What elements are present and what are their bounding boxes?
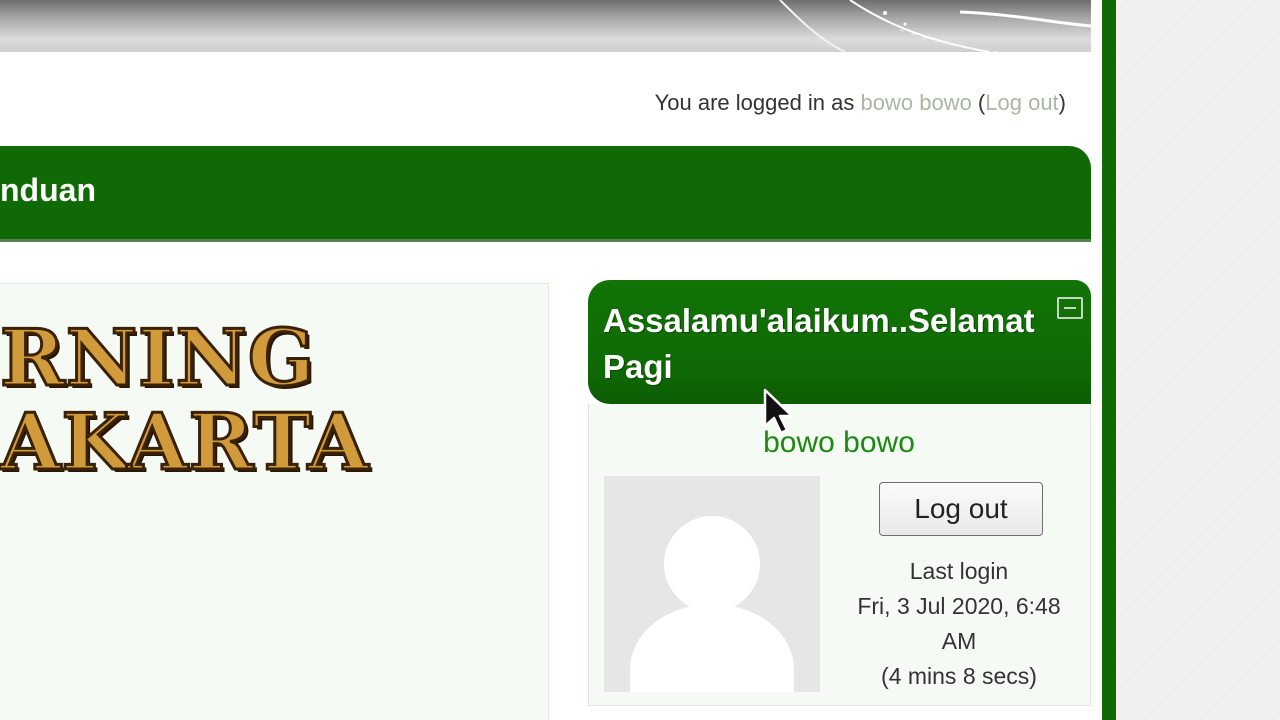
avatar-body-shape [630, 604, 794, 692]
header-banner-image [0, 0, 1091, 52]
login-info: You are logged in as bowo bowo (Log out) [655, 90, 1066, 116]
last-login-ago: (4 mins 8 secs) [881, 663, 1037, 689]
last-login-info: Last login Fri, 3 Jul 2020, 6:48 AM (4 m… [839, 554, 1079, 694]
site-logo-line-2: AKARTA [0, 397, 370, 488]
navbar-title[interactable]: nduan [0, 172, 96, 209]
main-content-area: RNING AKARTA [0, 283, 549, 720]
user-profile-link[interactable]: bowo bowo [589, 426, 1089, 460]
profile-link[interactable]: bowo bowo [861, 90, 972, 115]
site-logo-line-1: RNING [0, 313, 316, 404]
header-logout-link[interactable]: Log out [985, 90, 1058, 115]
last-login-time: AM [941, 628, 977, 654]
avatar-head-shape [664, 516, 760, 612]
navigation-bar: nduan [0, 146, 1091, 242]
welcome-block-body: bowo bowo Log out Last login Fri, 3 Jul … [588, 404, 1091, 706]
open-paren-text: ( [971, 90, 986, 115]
last-login-label: Last login [909, 558, 1009, 584]
welcome-block-title: Assalamu'alaikum..Selamat Pagi [603, 302, 1035, 385]
close-paren-text: ) [1058, 90, 1066, 115]
login-prefix-text: You are logged in as [654, 90, 861, 115]
welcome-block-header: Assalamu'alaikum..Selamat Pagi [588, 280, 1091, 404]
page-side-background [1116, 0, 1280, 720]
default-user-avatar-icon[interactable] [604, 476, 820, 692]
page-border-green [1102, 0, 1116, 720]
minus-square-icon[interactable] [1057, 297, 1083, 319]
header-banner-swirl [779, 0, 1091, 52]
mouse-pointer-icon [763, 388, 794, 435]
logout-button[interactable]: Log out [879, 482, 1043, 536]
last-login-date: Fri, 3 Jul 2020, 6:48 [857, 593, 1061, 619]
